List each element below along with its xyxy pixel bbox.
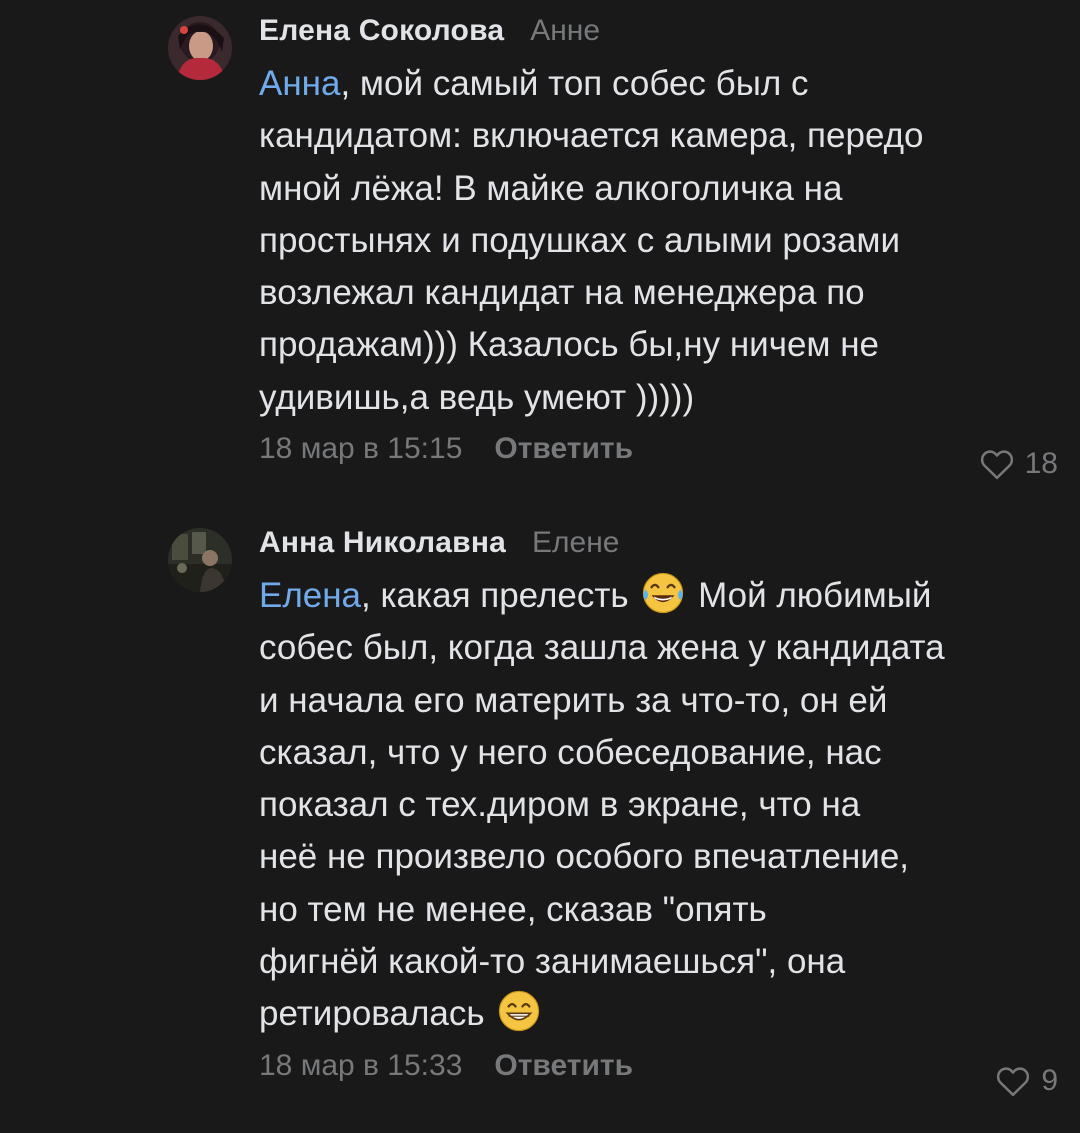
comment-meta: 18 мар в 15:15 Ответить — [259, 424, 1060, 474]
avatar-photo — [168, 16, 232, 80]
comment-text-line: сказал, что у него собеседование, нас — [259, 732, 882, 772]
author-name[interactable]: Анна Николавна — [259, 526, 506, 560]
comment-meta: 18 мар в 15:33 Ответить — [259, 1041, 1060, 1091]
comment-text-line: Елена, какая прелесть Мой любимый — [259, 570, 1060, 622]
comment-text-line: продажам))) Казалось бы,ну ничем не — [259, 325, 879, 365]
avatar[interactable] — [168, 528, 232, 592]
timestamp: 18 мар в 15:15 — [259, 432, 463, 466]
comment-text-line: собес был, когда зашла жена у кандидата — [259, 628, 945, 668]
comment-text-line: мной лёжа! В майке алкоголичка на — [259, 168, 843, 208]
avatar-photo — [168, 528, 232, 592]
comment-text-line: простынях и подушках с алыми розами — [259, 220, 901, 260]
comment-text-line: фигнёй какой-то занимаешься", она — [259, 942, 846, 982]
comment-text-line: Анна, мой самый топ собес был с — [259, 64, 809, 103]
reply-button[interactable]: Ответить — [494, 432, 633, 466]
author-name[interactable]: Елена Соколова — [259, 14, 504, 48]
like-button[interactable]: 18 — [979, 439, 1058, 489]
reply-button[interactable]: Ответить — [494, 1049, 633, 1083]
like-count: 18 — [1024, 447, 1058, 480]
mention-link[interactable]: Елена — [259, 576, 361, 615]
timestamp: 18 мар в 15:33 — [259, 1048, 463, 1082]
heart-icon — [997, 1067, 1030, 1097]
reply-to[interactable]: Елене — [532, 526, 619, 560]
comment-text-line: неё не произвело особого впечатление, — [259, 837, 910, 877]
comment-text-line: кандидатом: включается камера, передо — [259, 116, 924, 156]
comment-text-line: и начала его материть за что-то, он ей — [259, 680, 888, 720]
like-button[interactable]: 9 — [995, 1056, 1058, 1106]
avatar[interactable] — [168, 16, 232, 80]
comment-text-line: возлежал кандидат на менеджера по — [259, 273, 865, 313]
mention-link[interactable]: Анна — [259, 64, 340, 103]
comment-text-line: удивишь,а ведь умеют ))))) — [259, 377, 695, 417]
joy-emoji-icon — [643, 572, 684, 614]
grin-emoji-icon — [499, 991, 540, 1032]
comment-text-line: но тем не менее, сказав "опять — [259, 889, 767, 929]
like-count: 9 — [1041, 1064, 1058, 1097]
comment-header: Анна Николавна Елене — [259, 526, 1060, 570]
reply-to[interactable]: Анне — [530, 14, 600, 48]
comment-text-line: ретировалась — [259, 988, 1060, 1040]
comment-header: Елена Соколова Анне — [259, 14, 1060, 58]
comment-text-line: показал с тех.диром в экране, что на — [259, 785, 861, 825]
heart-icon — [980, 450, 1013, 480]
